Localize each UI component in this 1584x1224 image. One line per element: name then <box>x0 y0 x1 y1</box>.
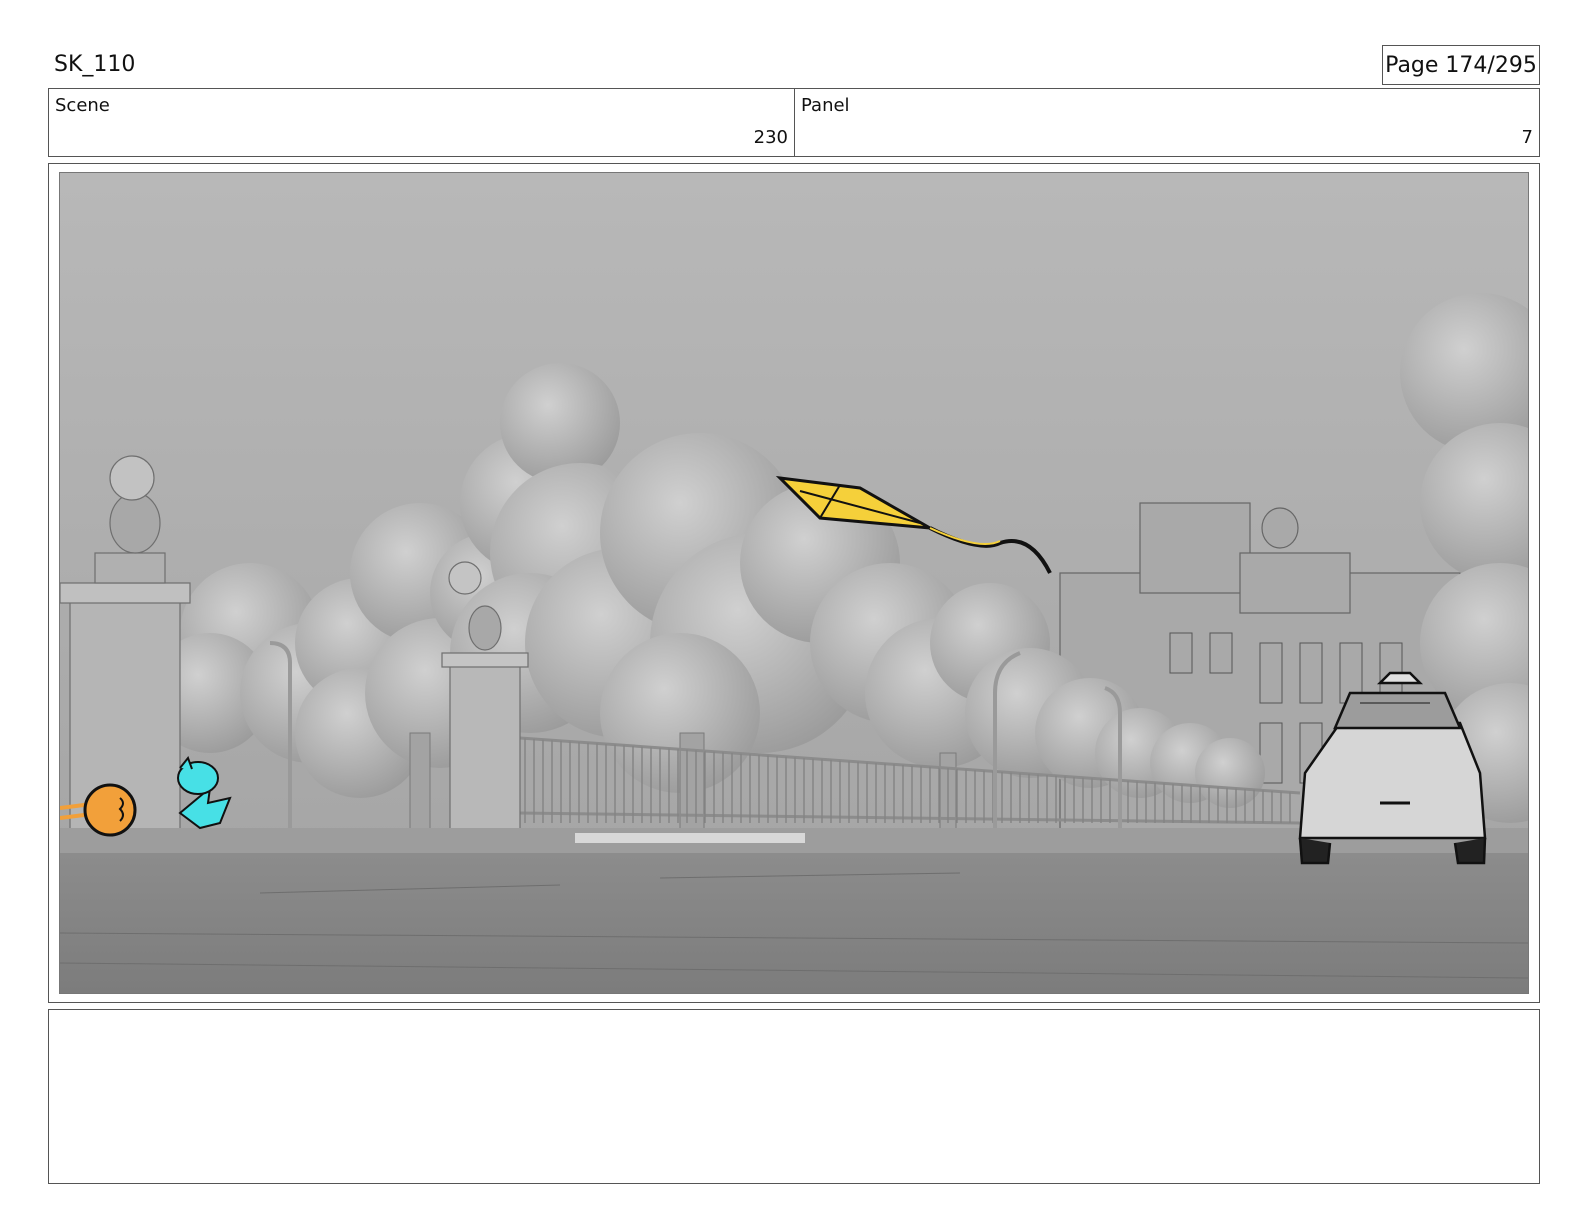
scene-cell: Scene 230 <box>49 89 795 156</box>
panel-number: 7 <box>1521 127 1533 148</box>
scene-number: 230 <box>753 127 788 148</box>
notes-text <box>49 1010 1539 1026</box>
storyboard-artwork <box>59 172 1529 994</box>
info-row: Scene 230 Panel 7 <box>48 88 1540 157</box>
page-counter: Page 174/295 <box>1382 45 1540 85</box>
sequence-title: SK_110 <box>54 52 136 77</box>
scene-label: Scene <box>55 95 110 116</box>
panel-frame <box>48 163 1540 1003</box>
panel-label: Panel <box>801 95 850 116</box>
panel-cell: Panel 7 <box>795 89 1539 156</box>
notes-area <box>48 1009 1540 1184</box>
road <box>60 853 1528 993</box>
curb <box>575 833 805 843</box>
street-scene-illustration <box>60 173 1528 993</box>
